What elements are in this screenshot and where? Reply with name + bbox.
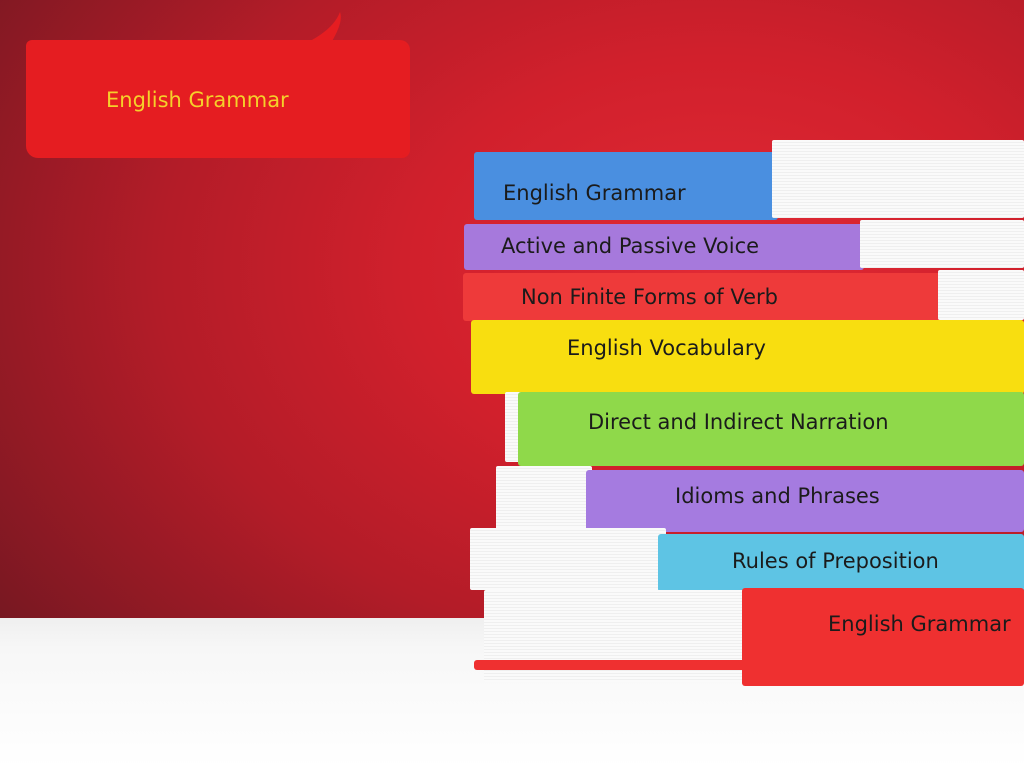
book-cover <box>742 588 1024 686</box>
book-label: Non Finite Forms of Verb <box>521 285 778 309</box>
book-pages <box>772 140 1024 218</box>
book-pages <box>470 528 666 590</box>
bubble-title: English Grammar <box>106 88 289 112</box>
book-label: Idioms and Phrases <box>675 484 880 508</box>
book-label: English Vocabulary <box>567 336 766 360</box>
book-label: Direct and Indirect Narration <box>588 410 889 434</box>
book-pages <box>938 270 1024 320</box>
book-label: English Grammar <box>503 181 686 205</box>
book-label: English Grammar <box>828 612 1011 636</box>
book-pages <box>496 466 592 532</box>
book-back-cover <box>474 660 754 670</box>
book-label: Active and Passive Voice <box>501 234 760 258</box>
book-pages <box>860 220 1024 268</box>
book-label: Rules of Preposition <box>732 549 939 573</box>
